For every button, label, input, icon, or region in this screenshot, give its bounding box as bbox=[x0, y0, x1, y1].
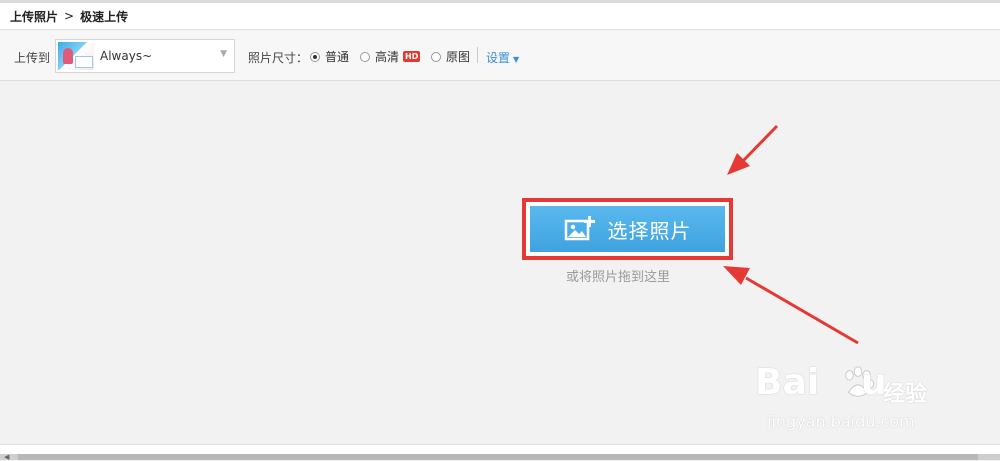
scroll-left-icon[interactable]: ◀ bbox=[4, 453, 9, 461]
arrow-top bbox=[727, 124, 779, 175]
watermark-brand: Bai bbox=[755, 362, 820, 403]
watermark-cn: 经验 bbox=[883, 382, 928, 407]
footer-bar: ◀ bbox=[0, 444, 1000, 461]
baidu-jingyan-watermark: Bai u 经验 jingyan.baidu.com bbox=[755, 350, 985, 445]
arrow-bottom bbox=[723, 266, 859, 345]
horizontal-scrollbar[interactable]: ◀ bbox=[0, 453, 1000, 461]
scrollbar-thumb[interactable] bbox=[18, 454, 978, 460]
watermark-url: jingyan.baidu.com bbox=[767, 412, 915, 431]
